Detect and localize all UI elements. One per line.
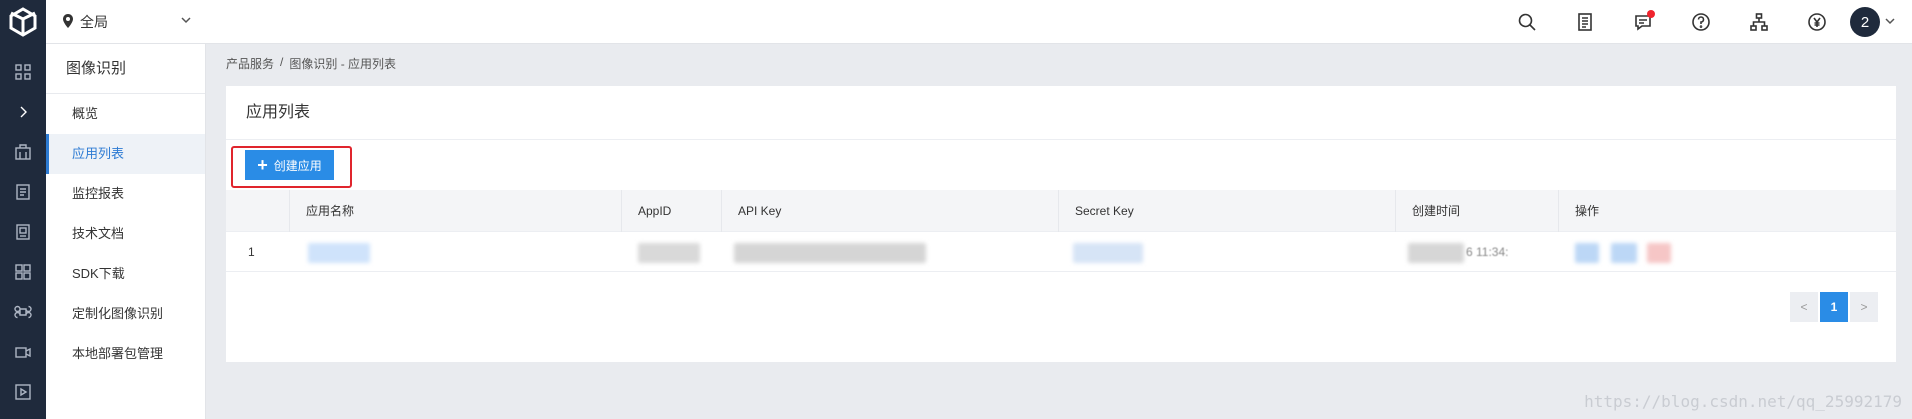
row-actions — [1559, 232, 1896, 272]
grid-icon[interactable] — [0, 52, 46, 92]
billing-icon[interactable] — [1788, 0, 1846, 44]
sidebar-title: 图像识别 — [46, 44, 205, 94]
row-secret-key — [1059, 232, 1396, 272]
product-sidebar: 图像识别 概览 应用列表 监控报表 技术文档 SDK下载 定制化图像识别 本地部… — [46, 44, 206, 419]
video-icon[interactable] — [0, 332, 46, 372]
redacted-appid — [638, 243, 700, 263]
location-pin-icon — [62, 13, 74, 32]
sidebar-item-local-deploy[interactable]: 本地部署包管理 — [46, 334, 205, 374]
prev-page-button[interactable]: < — [1790, 292, 1818, 322]
logo-icon[interactable] — [0, 0, 46, 44]
left-rail — [0, 0, 46, 419]
row-app-name[interactable] — [290, 232, 622, 272]
sidebar-item-app-list[interactable]: 应用列表 — [46, 134, 205, 174]
notification-badge — [1647, 10, 1655, 18]
col-app-name: 应用名称 — [290, 190, 622, 232]
sidebar-item-overview[interactable]: 概览 — [46, 94, 205, 134]
time-fragment: 6 11:34: — [1466, 245, 1509, 259]
redacted-date — [1408, 243, 1464, 263]
col-appid: AppID — [622, 190, 722, 232]
row-created-time: 6 11:34: — [1396, 232, 1559, 272]
clipboard-icon[interactable] — [1556, 0, 1614, 44]
help-icon[interactable] — [1672, 0, 1730, 44]
breadcrumb-product-services[interactable]: 产品服务 — [226, 55, 274, 72]
play-icon[interactable] — [0, 372, 46, 412]
breadcrumb: 产品服务 / 图像识别 - 应用列表 — [226, 55, 396, 72]
page-title: 应用列表 — [226, 86, 1896, 140]
breadcrumb-current: 图像识别 - 应用列表 — [289, 57, 397, 71]
app-list-panel: 应用列表 + 创建应用 应用名称 AppID API Key Secret Ke… — [226, 86, 1896, 362]
redacted-secret-key — [1073, 243, 1143, 263]
region-label: 全局 — [80, 14, 108, 30]
sidebar-item-custom-recognition[interactable]: 定制化图像识别 — [46, 294, 205, 334]
page-button[interactable]: 1 — [1820, 292, 1848, 322]
pagination: < 1 > — [1790, 292, 1878, 322]
action-delete-link[interactable] — [1647, 243, 1671, 263]
watermark: https://blog.csdn.net/qq_25992179 — [1584, 392, 1902, 411]
col-created-time: 创建时间 — [1396, 190, 1559, 232]
row-index: 1 — [248, 245, 255, 259]
row-api-key — [722, 232, 1059, 272]
top-header: 全局 2 — [46, 0, 1912, 44]
org-icon[interactable] — [1730, 0, 1788, 44]
col-api-key: API Key — [722, 190, 1059, 232]
create-app-label: 创建应用 — [273, 158, 322, 173]
redacted-app-name — [308, 243, 370, 263]
app-table: 应用名称 AppID API Key Secret Key 创建时间 操作 1 — [226, 190, 1896, 272]
command-icon[interactable] — [0, 292, 46, 332]
top-icon-group: 2 — [1498, 0, 1896, 44]
chevron-down-icon — [1884, 15, 1896, 30]
sidebar-item-docs[interactable]: 技术文档 — [46, 214, 205, 254]
report-icon[interactable] — [0, 172, 46, 212]
chevron-down-icon — [180, 13, 192, 29]
col-secret-key: Secret Key — [1059, 190, 1396, 232]
region-selector[interactable]: 全局 — [62, 0, 191, 44]
table-row: 1 6 11:34: — [226, 232, 1896, 272]
next-page-button[interactable]: > — [1850, 292, 1878, 322]
search-icon[interactable] — [1498, 0, 1556, 44]
breadcrumb-separator: / — [280, 55, 284, 69]
col-actions: 操作 — [1575, 204, 1600, 218]
plus-icon: + — [257, 155, 268, 175]
action-link[interactable] — [1611, 243, 1637, 263]
create-app-button[interactable]: + 创建应用 — [245, 150, 334, 180]
sidebar-item-sdk-download[interactable]: SDK下载 — [46, 254, 205, 294]
redacted-api-key — [734, 243, 926, 263]
col-index — [226, 190, 290, 232]
table-header: 应用名称 AppID API Key Secret Key 创建时间 操作 — [226, 190, 1896, 232]
avatar[interactable]: 2 — [1850, 7, 1880, 37]
row-appid — [622, 232, 722, 272]
apps-icon[interactable] — [0, 252, 46, 292]
document-icon[interactable] — [0, 212, 46, 252]
building-icon[interactable] — [0, 132, 46, 172]
message-icon[interactable] — [1614, 0, 1672, 44]
expand-icon[interactable] — [0, 92, 46, 132]
user-menu[interactable]: 2 — [1850, 7, 1896, 37]
action-link[interactable] — [1575, 243, 1599, 263]
sidebar-item-monitoring[interactable]: 监控报表 — [46, 174, 205, 214]
